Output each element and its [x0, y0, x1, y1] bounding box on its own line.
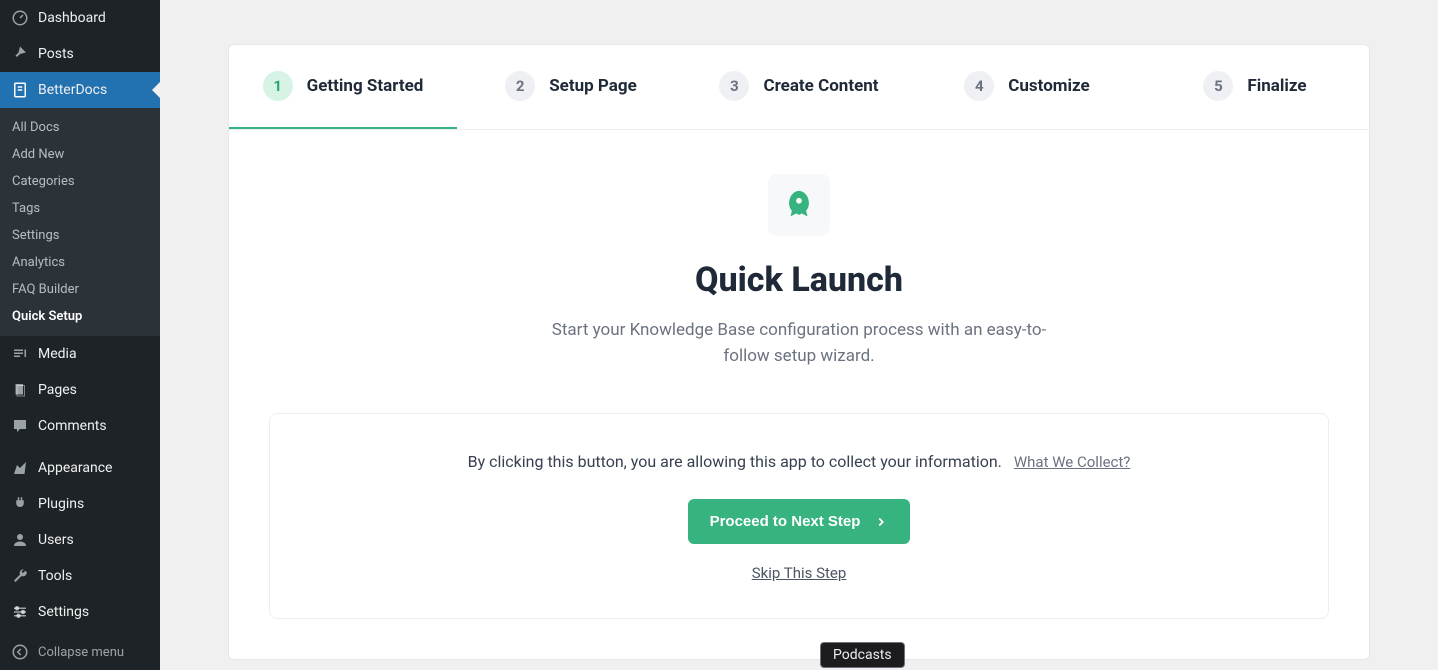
consent-box: By clicking this button, you are allowin…	[269, 413, 1329, 619]
sidebar-item-label: Posts	[38, 46, 74, 62]
sidebar-item-label: Tools	[38, 568, 72, 584]
wizard-step-1[interactable]: 1 Getting Started	[229, 45, 457, 129]
sidebar-item-posts[interactable]: Posts	[0, 36, 160, 72]
step-number: 4	[964, 71, 994, 101]
sidebar-item-plugins[interactable]: Plugins	[0, 486, 160, 522]
chevron-right-icon	[874, 515, 888, 529]
rocket-icon	[782, 188, 816, 222]
submenu-item-tags[interactable]: Tags	[0, 195, 160, 222]
sidebar-item-dashboard[interactable]: Dashboard	[0, 0, 160, 36]
step-label: Setup Page	[549, 76, 637, 96]
wizard-subtitle: Start your Knowledge Base configuration …	[539, 318, 1059, 369]
step-number: 1	[263, 71, 293, 101]
sidebar-item-appearance[interactable]: Appearance	[0, 450, 160, 486]
sidebar-item-comments[interactable]: Comments	[0, 408, 160, 444]
admin-sidebar: Dashboard Posts BetterDocs All DocsAdd New…	[0, 0, 160, 670]
sidebar-item-tools[interactable]: Tools	[0, 558, 160, 594]
proceed-button[interactable]: Proceed to Next Step	[688, 499, 911, 544]
wizard-body: Quick Launch Start your Knowledge Base c…	[229, 130, 1369, 659]
sidebar-item-pages[interactable]: Pages	[0, 372, 160, 408]
submenu-item-all-docs[interactable]: All Docs	[0, 114, 160, 141]
collapse-menu[interactable]: Collapse menu	[0, 634, 160, 670]
sidebar-item-label: Comments	[38, 418, 107, 434]
submenu-item-add-new[interactable]: Add New	[0, 141, 160, 168]
submenu-item-categories[interactable]: Categories	[0, 168, 160, 195]
step-label: Finalize	[1247, 76, 1306, 96]
submenu-item-quick-setup[interactable]: Quick Setup	[0, 303, 160, 330]
submenu-item-analytics[interactable]: Analytics	[0, 249, 160, 276]
wizard-step-2[interactable]: 2 Setup Page	[457, 45, 685, 129]
sidebar-item-label: BetterDocs	[38, 82, 107, 98]
sidebar-item-media[interactable]: Media	[0, 336, 160, 372]
skip-step-link[interactable]: Skip This Step	[310, 564, 1288, 582]
sidebar-item-label: Media	[38, 346, 77, 362]
sidebar-item-label: Pages	[38, 382, 77, 398]
wizard-card: 1 Getting Started 2 Setup Page 3 Create Conte…	[228, 44, 1370, 660]
pages-icon	[10, 380, 30, 400]
sidebar-item-admin-settings[interactable]: Settings	[0, 594, 160, 630]
betterdocs-submenu: All DocsAdd NewCategoriesTagsSettingsAna…	[0, 108, 160, 336]
appearance-icon	[10, 458, 30, 478]
sidebar-item-label: Settings	[38, 604, 89, 620]
sidebar-item-users[interactable]: Users	[0, 522, 160, 558]
step-label: Create Content	[763, 76, 878, 96]
wizard-step-5[interactable]: 5 Finalize	[1141, 45, 1369, 129]
wizard-steps: 1 Getting Started 2 Setup Page 3 Create Conte…	[229, 45, 1369, 130]
rocket-icon-box	[768, 174, 830, 236]
collapse-label: Collapse menu	[38, 645, 124, 660]
docs-icon	[10, 80, 30, 100]
sliders-icon	[10, 602, 30, 622]
pin-icon	[10, 44, 30, 64]
step-number: 2	[505, 71, 535, 101]
sidebar-item-label: Plugins	[38, 496, 84, 512]
main-content: 1 Getting Started 2 Setup Page 3 Create Conte…	[160, 0, 1438, 670]
podcasts-tooltip: Podcasts	[820, 642, 905, 668]
sidebar-item-label: Appearance	[38, 460, 112, 476]
tools-icon	[10, 566, 30, 586]
what-we-collect-link[interactable]: What We Collect?	[1014, 453, 1131, 471]
consent-text: By clicking this button, you are allowin…	[468, 452, 1002, 471]
proceed-label: Proceed to Next Step	[710, 513, 861, 530]
media-icon	[10, 344, 30, 364]
wizard-title: Quick Launch	[269, 260, 1329, 300]
sidebar-item-label: Dashboard	[38, 10, 106, 26]
sidebar-item-label: Users	[38, 532, 74, 548]
plugins-icon	[10, 494, 30, 514]
comments-icon	[10, 416, 30, 436]
users-icon	[10, 530, 30, 550]
collapse-icon	[10, 642, 30, 662]
step-label: Getting Started	[307, 76, 424, 96]
dashboard-icon	[10, 8, 30, 28]
step-label: Customize	[1008, 76, 1089, 96]
step-number: 3	[719, 71, 749, 101]
submenu-item-faq-builder[interactable]: FAQ Builder	[0, 276, 160, 303]
step-number: 5	[1203, 71, 1233, 101]
sidebar-item-betterdocs[interactable]: BetterDocs	[0, 72, 160, 108]
wizard-step-4[interactable]: 4 Customize	[913, 45, 1141, 129]
submenu-item-settings[interactable]: Settings	[0, 222, 160, 249]
wizard-step-3[interactable]: 3 Create Content	[685, 45, 913, 129]
